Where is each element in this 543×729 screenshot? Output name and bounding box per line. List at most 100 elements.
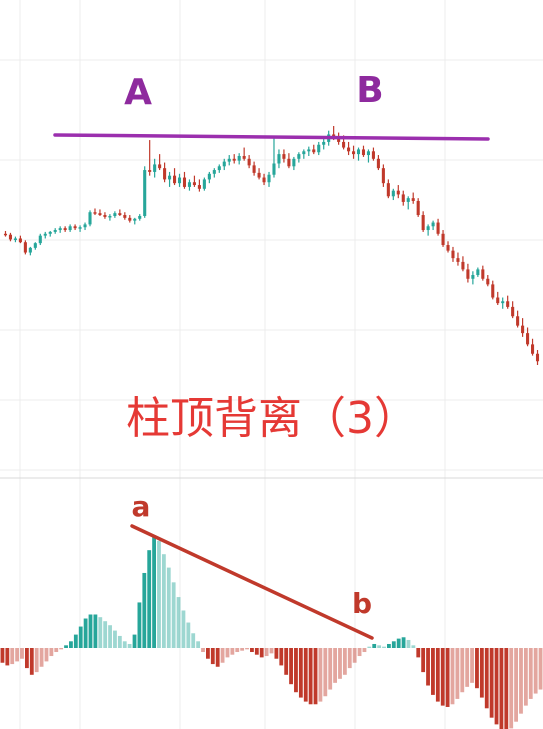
candle-body [18, 238, 22, 243]
histogram-bar [69, 641, 73, 648]
candle-body [481, 269, 485, 279]
candle [143, 166, 147, 218]
histogram-bar [73, 634, 78, 648]
candle-body [143, 170, 147, 216]
histogram-bar [509, 648, 514, 729]
histogram-bar [445, 648, 450, 707]
histogram-bar [196, 641, 201, 648]
candle-body [23, 242, 27, 253]
histogram-bar [39, 648, 44, 667]
histogram-bar [49, 648, 54, 657]
histogram-bar [142, 572, 147, 648]
histogram-bar [294, 648, 298, 693]
candle-body [3, 233, 8, 236]
histogram-bar [137, 602, 142, 648]
histogram-bar [98, 617, 103, 648]
histogram-bar [484, 648, 489, 709]
candle-body [148, 170, 152, 172]
histogram-bar [416, 648, 421, 658]
candle-body [177, 177, 182, 184]
histogram-bar [386, 643, 391, 648]
histogram-bar [318, 648, 323, 702]
histogram-bar [205, 648, 210, 659]
candle-body [501, 301, 505, 304]
candle-body [371, 151, 375, 159]
candle-body [411, 198, 415, 201]
candle-body [317, 144, 321, 153]
candle-body [192, 182, 196, 186]
candle-body [352, 151, 356, 155]
candle-body [38, 235, 42, 244]
candle [202, 177, 206, 191]
histogram-bar [171, 582, 176, 648]
histogram-bar [519, 648, 523, 714]
histogram-bar [460, 648, 465, 693]
histogram-bar [103, 621, 108, 648]
candle-body [168, 175, 172, 180]
candle-body [197, 185, 201, 189]
candle-body [292, 158, 296, 167]
histogram-bar [303, 648, 308, 702]
histogram-bar [470, 648, 474, 683]
candle-body [58, 228, 62, 231]
histogram-bar [122, 641, 127, 648]
histogram-bar [201, 648, 205, 653]
candle-body [297, 154, 301, 159]
candle-body [133, 218, 137, 221]
candle-body [98, 213, 102, 216]
histogram-bar [357, 648, 362, 657]
candle-body [491, 284, 495, 298]
histogram-bar [176, 597, 181, 648]
candle-body [33, 243, 37, 248]
candle-body [247, 158, 251, 166]
histogram-bar [64, 645, 68, 648]
peak-a-label: A [124, 72, 152, 113]
histogram-bar [24, 648, 29, 669]
candle-body [108, 215, 112, 218]
chart-title: 柱顶背离（3） [126, 393, 418, 444]
histogram-bar [108, 625, 112, 648]
candle-body [356, 149, 361, 155]
candle-body [376, 158, 380, 169]
candle-body [187, 182, 191, 187]
histogram-bar [338, 648, 342, 679]
histogram-bar [367, 646, 372, 648]
histogram-bar [401, 637, 406, 648]
candle-body [93, 212, 97, 214]
histogram-bar [352, 648, 357, 663]
histogram-bar [347, 648, 352, 669]
candle-body [267, 174, 271, 183]
candle-body [466, 269, 470, 279]
candle-body [237, 155, 241, 161]
histogram-bar [421, 648, 426, 673]
histogram-bar [308, 648, 313, 705]
candle-body [48, 231, 52, 234]
histogram-bar [88, 614, 93, 648]
histogram-bar [323, 648, 328, 697]
histogram-bar [479, 648, 484, 698]
candle-body [391, 190, 395, 197]
histogram-bar [5, 648, 10, 666]
histogram-bar [181, 610, 186, 648]
histogram-bar [533, 648, 538, 694]
histogram-bar [147, 550, 152, 648]
histogram-bar [78, 626, 83, 648]
candle-body [43, 233, 47, 236]
histogram-bar [230, 648, 235, 655]
histogram-bar [152, 535, 157, 648]
histogram-bar [117, 635, 122, 648]
histogram-bar [382, 646, 386, 648]
histogram-bar [54, 648, 59, 653]
candle-body [307, 149, 311, 152]
histogram-bar [328, 648, 333, 690]
candle-body [158, 164, 162, 169]
histogram-bar [161, 554, 166, 648]
histogram-bar [254, 648, 259, 655]
candle-body [426, 226, 430, 231]
histogram-bar [523, 648, 528, 706]
candle-body [163, 168, 167, 180]
histogram-bar [396, 638, 401, 648]
histogram-bar [259, 648, 264, 658]
histogram-bar [0, 648, 5, 663]
candle-body [381, 168, 385, 184]
